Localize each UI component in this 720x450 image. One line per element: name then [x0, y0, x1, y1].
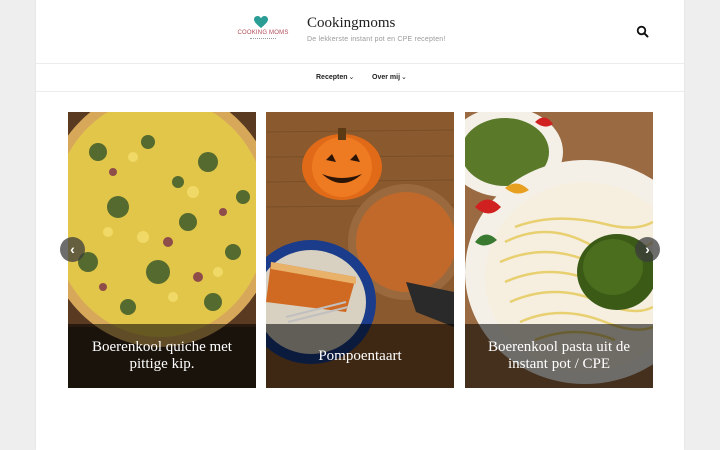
site-header: COOKING MOMS Cookingmoms De lekkerste in… — [36, 0, 684, 64]
featured-slider: Boerenkool quiche met pittige kip. Pompo… — [60, 112, 660, 388]
slide-caption[interactable]: Pompoentaart — [272, 324, 448, 388]
page-container: COOKING MOMS Cookingmoms De lekkerste in… — [36, 0, 684, 450]
site-logo[interactable]: COOKING MOMS — [232, 16, 294, 46]
nav-item-label: Recepten — [316, 74, 348, 81]
chevron-left-icon: ‹ — [70, 241, 75, 257]
chevron-right-icon: › — [645, 241, 650, 257]
slider-prev-button[interactable]: ‹ — [60, 237, 85, 262]
slide-pompoentaart[interactable]: Pompoentaart — [266, 112, 454, 388]
slide-caption[interactable]: Boerenkool quiche met pittige kip. — [74, 324, 250, 388]
nav-item-over-mij[interactable]: Over mij⌄ — [372, 73, 407, 81]
nav-item-label: Over mij — [372, 74, 401, 81]
logo-text: COOKING MOMS — [237, 30, 289, 36]
logo-underline — [250, 38, 276, 40]
slide-boerenkool-pasta[interactable]: Boerenkool pasta uit de instant pot / CP… — [465, 112, 653, 388]
chevron-down-icon: ⌄ — [401, 74, 407, 81]
slide-boerenkool-quiche[interactable]: Boerenkool quiche met pittige kip. — [68, 112, 256, 388]
search-icon[interactable] — [636, 25, 650, 39]
nav-item-recepten[interactable]: Recepten⌄ — [316, 73, 354, 81]
slider-next-button[interactable]: › — [635, 237, 660, 262]
slide-caption[interactable]: Boerenkool pasta uit de instant pot / CP… — [471, 324, 647, 388]
site-title[interactable]: Cookingmoms — [307, 15, 395, 32]
chevron-down-icon: ⌄ — [348, 74, 355, 81]
heart-icon — [254, 16, 268, 28]
site-tagline: De lekkerste instant pot en CPE recepten… — [307, 36, 446, 43]
main-navigation: Recepten⌄ Over mij⌄ — [36, 65, 684, 92]
